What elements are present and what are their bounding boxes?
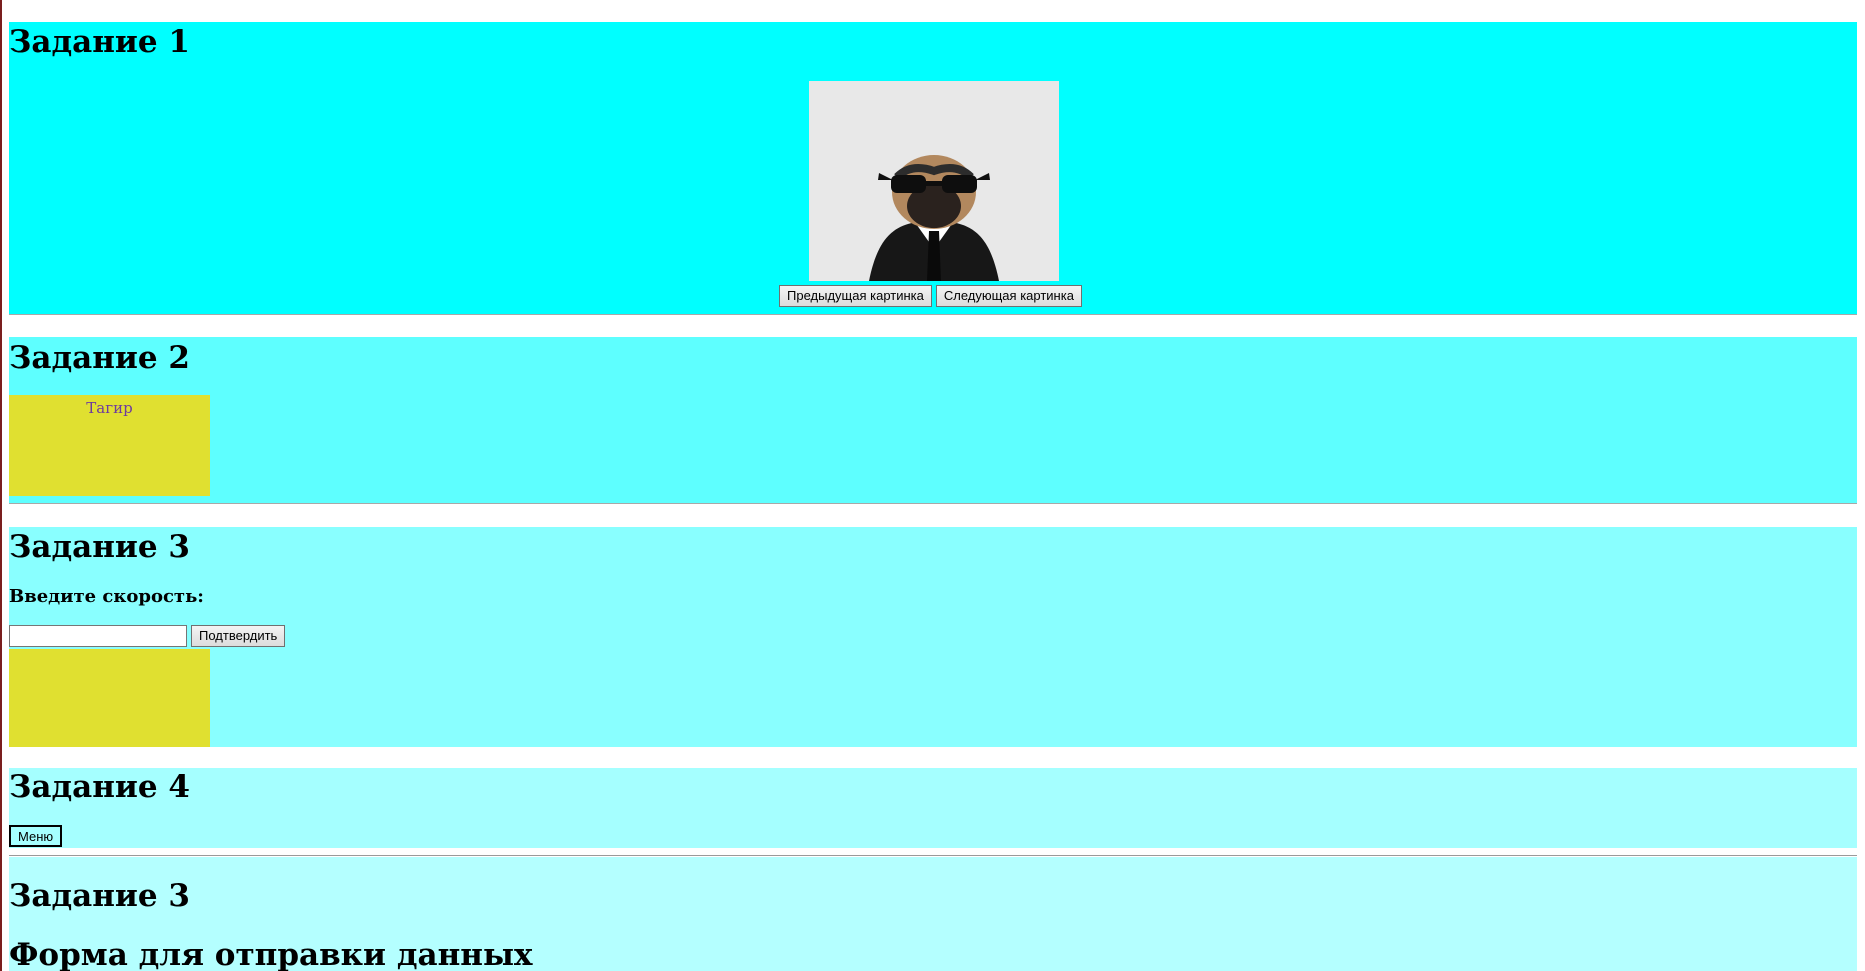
speed-box [9, 649, 210, 747]
previous-image-button[interactable]: Предыдущая картинка [779, 285, 932, 307]
task1-section: Задание 1 Предыдущая картинка Следующая … [9, 22, 1857, 315]
image-nav-controls: Предыдущая картинка Следующая картинка [779, 285, 1082, 307]
task3-title: Задание 3 [9, 529, 190, 565]
section-divider [9, 855, 1857, 856]
name-box: Тагир [9, 395, 210, 496]
left-edge-line [0, 0, 2, 971]
speed-input-row: Подтвердить [9, 625, 286, 647]
confirm-speed-button[interactable]: Подтвердить [191, 625, 286, 647]
speed-input[interactable] [9, 625, 187, 647]
name-label: Тагир [86, 399, 133, 417]
task5-section: Задание 3 Форма для отправки данных [9, 857, 1857, 971]
task2-title: Задание 2 [9, 340, 190, 376]
next-image-button[interactable]: Следующая картинка [935, 285, 1082, 307]
form-title: Форма для отправки данных [9, 937, 533, 971]
task2-section: Задание 2 Тагир [9, 337, 1857, 504]
pug-image [809, 81, 1059, 281]
task4-title: Задание 4 [9, 769, 190, 805]
task3-section: Задание 3 Введите скорость: Подтвердить [9, 527, 1857, 747]
page-root: Задание 1 Предыдущая картинка Следующая … [0, 0, 1865, 971]
pug-illustration [809, 81, 1059, 281]
menu-button[interactable]: Меню [9, 825, 63, 847]
task5-title: Задание 3 [9, 878, 190, 914]
task1-title: Задание 1 [9, 24, 190, 60]
task4-section: Задание 4 Меню [9, 768, 1857, 848]
speed-label: Введите скорость: [9, 586, 204, 607]
